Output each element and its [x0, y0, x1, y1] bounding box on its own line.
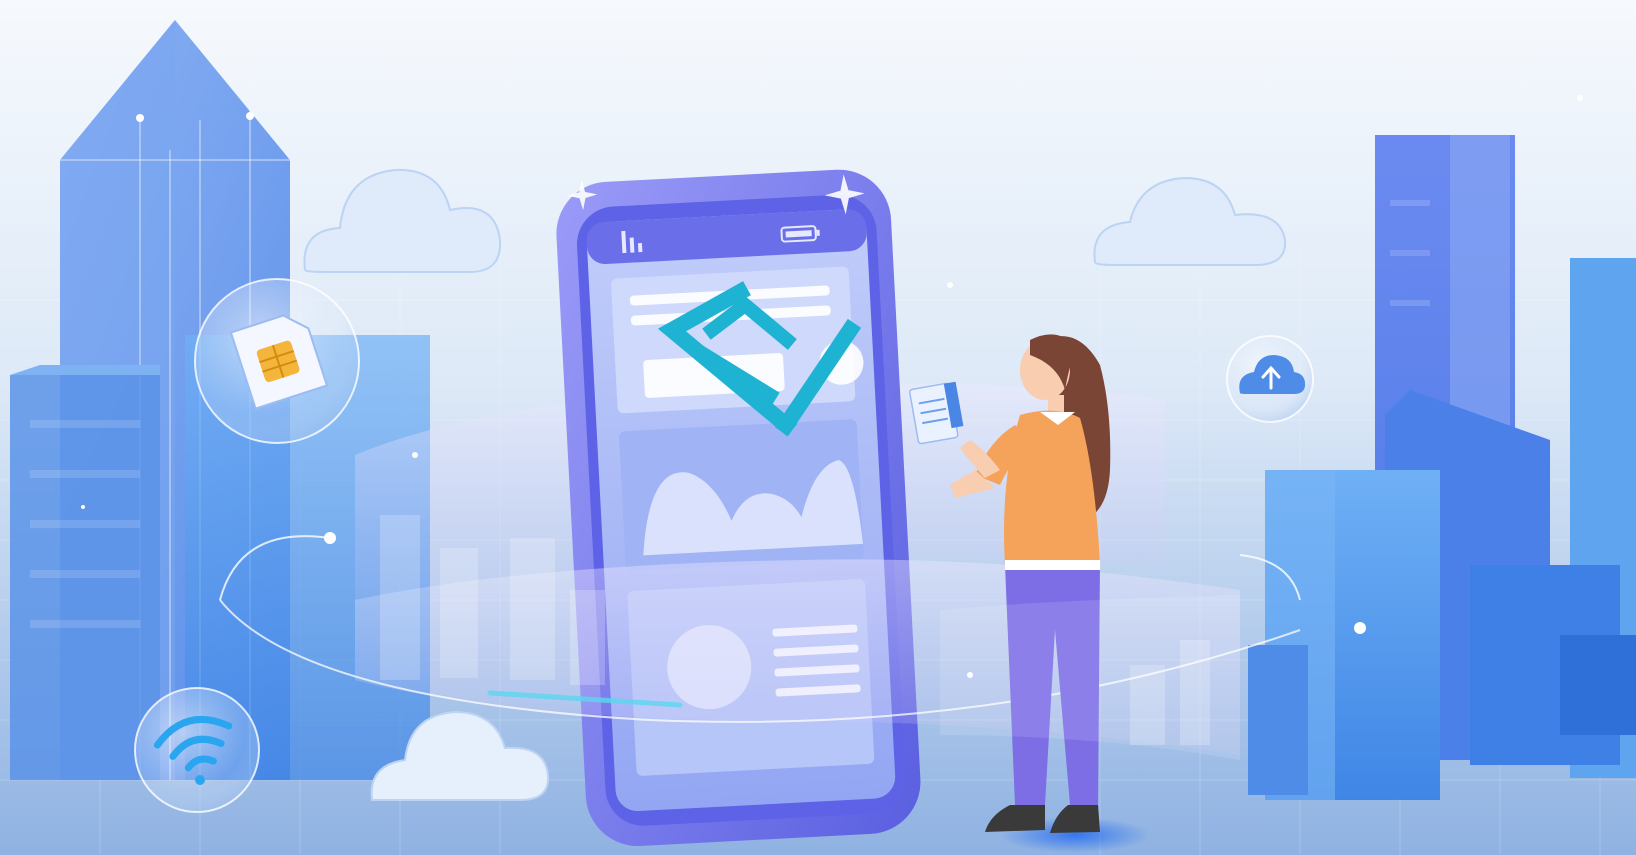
tablet-card: [909, 381, 964, 445]
illustration-scene: [0, 0, 1636, 855]
cloud-upload-bubble: [1226, 335, 1314, 423]
orbit-dot-left: [324, 532, 336, 544]
illustration-canvas: [0, 0, 1636, 855]
smartphone: [556, 169, 921, 847]
glass-overlay: [940, 595, 1240, 760]
wifi-bubble: [134, 687, 260, 813]
orbit-dot-right: [1354, 622, 1366, 634]
sim-card-bubble: [194, 278, 360, 444]
